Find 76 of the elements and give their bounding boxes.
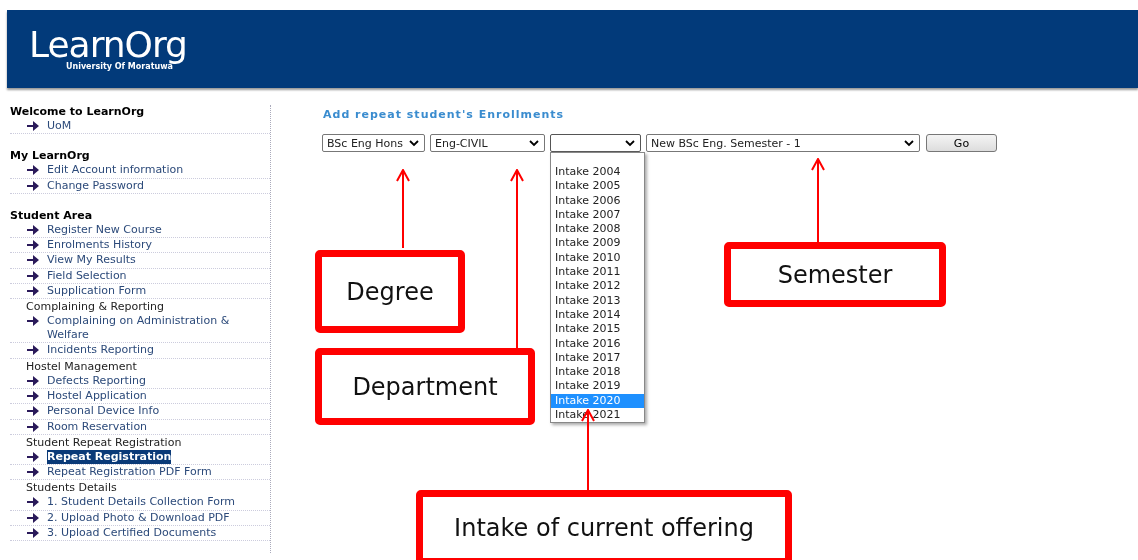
callout-label: Intake of current offering [416,490,792,560]
arrow-icon [27,286,39,297]
dropdown-option[interactable]: Intake 2016 [551,336,644,351]
sidebar-link[interactable]: Defects Reporting [47,373,146,388]
arrow-icon [27,345,39,356]
arrow-icon [27,224,39,235]
callout-label: Semester [724,242,946,307]
sidebar-group-label: Student Repeat Registration [25,434,183,450]
arrow-icon [27,255,39,266]
arrow-icon [27,316,39,327]
dropdown-option[interactable]: Intake 2005 [551,179,644,194]
dropdown-option[interactable]: Intake 2013 [551,293,644,308]
arrow-icon [27,180,39,191]
sidebar-link[interactable]: Change Password [47,178,144,193]
chevron-down-icon [529,139,539,147]
dropdown[interactable]: BSc Eng Hons [322,134,425,152]
sidebar-link[interactable]: Room Reservation [47,419,148,434]
dropdown-option[interactable]: Intake 2009 [551,236,644,251]
callout-label: Degree [315,250,465,333]
callout-label: Department [315,348,535,425]
arrow-icon [27,240,39,251]
arrow-icon [27,270,39,281]
sidebar-link[interactable]: Register New Course [47,222,162,237]
arrow-icon [27,528,39,539]
sidebar-group-label: Students Details [25,480,118,496]
sidebar-link[interactable]: 1. Student Details Collection Form [47,495,236,510]
sidebar-link[interactable]: Repeat Registration [47,449,172,464]
dropdown-option[interactable]: Intake 2006 [551,193,644,208]
sidebar-link[interactable]: Incidents Reporting [47,343,155,358]
sidebar-link[interactable]: Supplication Form [47,284,147,299]
dropdown-option[interactable]: Intake 2014 [551,307,644,323]
sidebar-link[interactable]: Edit Account information [47,163,184,178]
sidebar-heading: My LearnOrg [10,149,91,164]
sidebar-heading: Welcome to LearnOrg [10,105,146,119]
dropdown[interactable]: New BSc Eng. Semester - 1 [646,134,920,152]
chevron-down-icon [625,139,635,147]
arrow-icon [27,390,39,401]
chevron-down-icon [904,139,914,147]
chevron-down-icon [409,139,419,147]
dropdown-option[interactable]: Intake 2019 [551,379,644,394]
sidebar-link[interactable]: UoM [47,119,72,133]
dropdown-option[interactable]: Intake 2017 [551,350,644,366]
dropdown[interactable]: Eng-CIVIL [430,134,545,152]
arrow-icon [27,121,39,131]
arrow-icon [27,451,39,462]
sidebar-link[interactable]: 3. Upload Certified Documents [47,526,217,541]
arrow-icon [27,497,39,508]
dropdown-option[interactable]: Intake 2008 [551,222,644,237]
dropdown-option[interactable]: Intake 2015 [551,322,644,337]
sidebar-link[interactable]: 2. Upload Photo & Download PDF [47,510,230,525]
page-title: Add repeat student's Enrollments [323,108,566,121]
dropdown-option[interactable]: Intake 2012 [551,279,644,294]
sidebar-link[interactable]: Repeat Registration PDF Form [47,465,212,480]
arrow-icon [27,406,39,417]
arrow-icon [27,467,39,478]
arrow-icon [27,375,39,386]
dropdown-option[interactable]: Intake 2007 [551,207,644,223]
arrow-icon [27,421,39,432]
sidebar-link[interactable]: Personal Device Info [47,404,160,419]
dropdown-option[interactable]: Intake 2018 [551,365,644,380]
sidebar-link[interactable]: Complaining on Administration & Welfare [47,314,270,343]
sidebar-group-label: Hostel Management [25,358,138,374]
sidebar-link[interactable]: View My Results [47,253,136,268]
logo[interactable]: LearnOrg [29,27,187,62]
go-button[interactable]: Go [926,134,997,152]
dropdown-option[interactable]: Intake 2010 [551,250,644,266]
dropdown-option[interactable]: Intake 2011 [551,265,644,280]
arrow-icon [27,165,39,176]
sidebar-link[interactable]: Field Selection [47,268,127,283]
sidebar-heading: Student Area [10,208,94,223]
sidebar-group-label: Complaining & Reporting [25,299,165,315]
dropdown-option[interactable]: Intake 2004 [551,165,644,180]
sidebar-link[interactable]: Hostel Application [47,388,147,403]
sidebar-link[interactable]: Enrolments History [47,238,153,253]
arrow-icon [27,512,39,523]
logo-subtitle: University Of Moratuwa [65,61,173,71]
